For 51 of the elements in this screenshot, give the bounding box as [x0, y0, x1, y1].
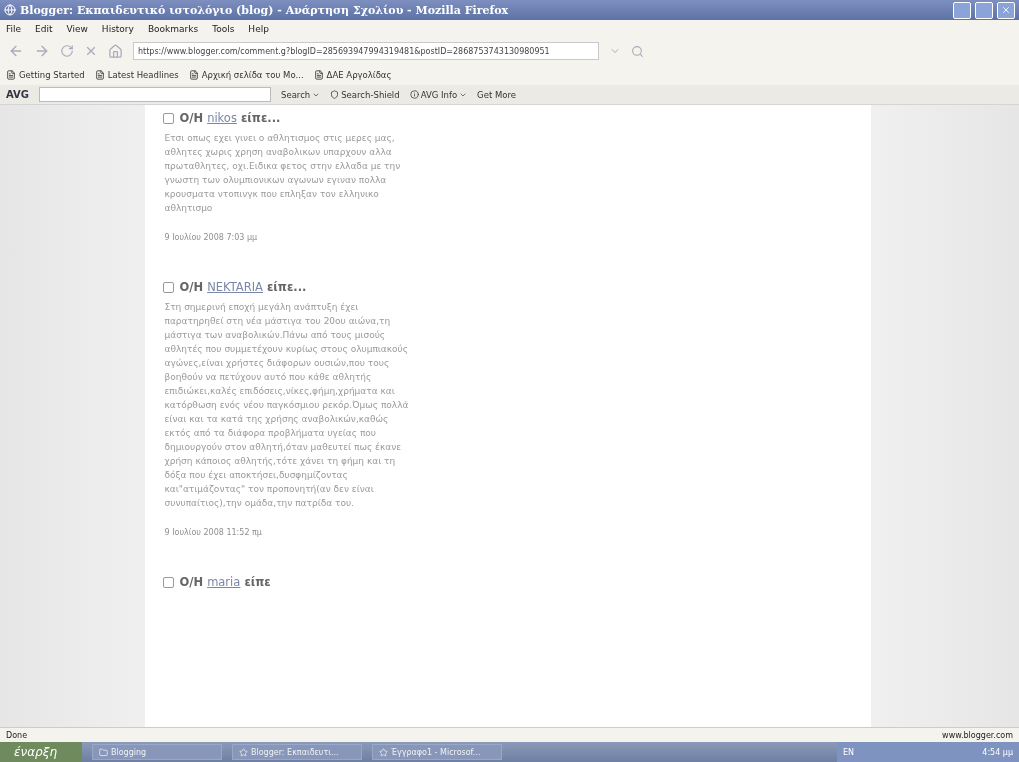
toolbar-button[interactable]: AVG Info: [409, 89, 468, 100]
comment-icon: [162, 281, 174, 293]
close-button[interactable]: [997, 1, 1015, 19]
maximize-button[interactable]: [975, 1, 993, 19]
info-icon: [409, 90, 419, 99]
back-icon[interactable]: [8, 43, 24, 59]
comment-author-line: O/H maria είπε: [179, 575, 271, 589]
start-button[interactable]: έναρξη: [0, 742, 82, 762]
menu-item[interactable]: Edit: [35, 23, 53, 34]
comment-date[interactable]: 9 Ιουλίου 2008 7:03 μμ: [164, 233, 853, 242]
reload-icon[interactable]: [60, 44, 74, 58]
search-field[interactable]: [39, 87, 271, 102]
clock: 4:54 μμ: [982, 747, 1013, 757]
close-icon: [1001, 5, 1011, 15]
comment-text: Ετσι οπως εχει γινει ο αθλητισμος στις μερες μας, αθλητες χωρις χρηση αναβολικων υπαρχουν αλλα πρωταθλητες, οχι.Ειδικα φετος στην ελλαδα με την γνωστη των ολυμπιονικων αγωνων εγιναν πολλα κρουσματα ντοπινγκ που επληξαν τον ελληνικο αθλητισμο: [164, 132, 402, 215]
address-field[interactable]: https://www.blogger.com/comment.g?blogID=285693947994319481&postID=2868753743130980951: [133, 42, 599, 60]
window-title: Blogger: Εκπαιδευτικό ιστολόγιο (blog) - Ανάρτηση Σχολίου - Mozilla Firefox: [20, 3, 510, 17]
folder-icon: [99, 747, 108, 757]
menu-item[interactable]: File: [6, 23, 22, 34]
comment-icon: [162, 112, 174, 124]
avg-label: AVG: [6, 89, 29, 100]
menu-item[interactable]: View: [66, 23, 88, 34]
menu-item[interactable]: History: [101, 23, 134, 34]
comment-author-line: O/H nikos είπε...: [179, 111, 281, 125]
menu-item[interactable]: Help: [248, 23, 269, 34]
forward-icon[interactable]: [34, 43, 50, 59]
toolbar-button[interactable]: Search-Shield: [330, 89, 400, 100]
comment-icon: [162, 576, 174, 588]
bookmark-link[interactable]: ΔΑΕ Αργολίδας: [313, 70, 392, 80]
bookmark-link[interactable]: Latest Headlines: [94, 70, 179, 80]
star-icon: [239, 747, 248, 757]
bookmark-link[interactable]: Getting Started: [6, 70, 85, 80]
comment-author-line: O/H NEKTARIA είπε...: [179, 280, 307, 294]
stop-icon[interactable]: [84, 44, 98, 58]
status-domain: www.blogger.com: [942, 730, 1013, 740]
page-icon: [94, 70, 105, 80]
page-icon: [313, 70, 324, 80]
toolbar-button[interactable]: Search: [281, 89, 321, 100]
page-icon: [188, 70, 199, 80]
toolbar-button[interactable]: Get More: [477, 89, 517, 100]
bookmark-link[interactable]: Αρχική σελίδα του Mo...: [188, 70, 304, 80]
menu-item[interactable]: Bookmarks: [147, 23, 199, 34]
status-text: Done: [6, 730, 28, 740]
page-icon: [6, 70, 16, 80]
comment-text: Στη σημερινή εποχή μεγάλη ανάπτυξη έχει παρατηρηθεί στη νέα μάστιγα του 20ου αιώνα,τη μάστιγα των αναβολικών.Πάνω από τους μισούς αθλητές που συμμετέχουν κυρίως στους ολυμπιακούς αγώνες,είναι χρήστες διάφορων ουσιών,που τους βοηθούν να πετύχουν αυτό που κάθε αθλητής επιδιώκει,καλές επιδόσεις,νίκες,φήμη,χρήματα και κατόρθωση ενός νέου παγκόσμιου ρεκόρ.Όμως πολλά είναι και τα κατά της χρήσης αναβολικών,καθώς εκτός από τα διάφορα προβλήματα υγείας που δημιουργούν στον αθλητή,όταν μαθευτεί πως έκανε χρήση κάποιος αθλητής,τότε χάνει τη φήμη και τη δόξα που έχει αποκτήσει,δυσφημίζοντας και"ατιμάζοντας" τον προπονητή(αν δεν είναι συνυπαίτιος),την ομάδα,την πατρίδα του.: [164, 301, 410, 510]
minimize-button[interactable]: [953, 1, 971, 19]
shield-icon: [330, 90, 340, 99]
home-icon[interactable]: [108, 43, 123, 59]
search-icon[interactable]: [631, 44, 644, 58]
menu-item[interactable]: Tools: [212, 23, 235, 34]
star-icon: [379, 747, 388, 757]
